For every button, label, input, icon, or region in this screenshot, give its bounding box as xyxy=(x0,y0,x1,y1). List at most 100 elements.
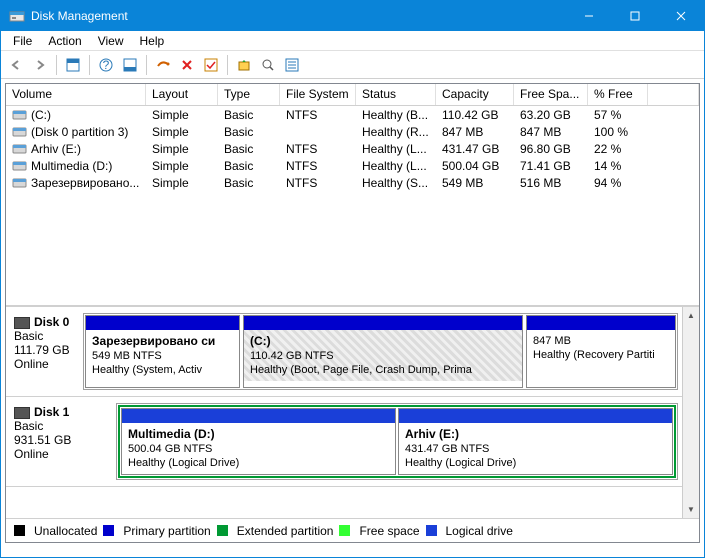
cell: (Disk 0 partition 3) xyxy=(6,124,146,140)
volume-icon xyxy=(12,126,28,138)
legend-label: Unallocated xyxy=(34,524,97,538)
menu-help[interactable]: Help xyxy=(132,32,173,50)
cell: 94 % xyxy=(588,175,648,191)
action-icon[interactable] xyxy=(152,54,174,76)
column-header[interactable]: % Free xyxy=(588,84,648,105)
forward-button[interactable] xyxy=(29,54,51,76)
column-header[interactable]: Volume xyxy=(6,84,146,105)
cell: 431.47 GB xyxy=(436,141,514,157)
partition[interactable]: (C:)110.42 GB NTFSHealthy (Boot, Page Fi… xyxy=(243,315,523,388)
extended-partition[interactable]: Multimedia (D:)500.04 GB NTFSHealthy (Lo… xyxy=(118,405,676,478)
cell: 57 % xyxy=(588,107,648,123)
volume-row[interactable]: Multimedia (D:)SimpleBasicNTFSHealthy (L… xyxy=(6,157,699,174)
cell: 516 MB xyxy=(514,175,588,191)
cell: Multimedia (D:) xyxy=(6,158,146,174)
cell: NTFS xyxy=(280,175,356,191)
partition-color-bar xyxy=(244,316,522,330)
cell: Healthy (L... xyxy=(356,141,436,157)
volume-row[interactable]: (Disk 0 partition 3)SimpleBasicHealthy (… xyxy=(6,123,699,140)
column-header[interactable]: Capacity xyxy=(436,84,514,105)
cell: 847 MB xyxy=(514,124,588,140)
partition[interactable]: Multimedia (D:)500.04 GB NTFSHealthy (Lo… xyxy=(121,408,396,475)
volume-row[interactable]: Зарезервировано...SimpleBasicNTFSHealthy… xyxy=(6,174,699,191)
title-bar: Disk Management xyxy=(1,1,704,31)
check-icon[interactable] xyxy=(200,54,222,76)
back-button[interactable] xyxy=(5,54,27,76)
scroll-down-icon[interactable]: ▼ xyxy=(683,501,699,518)
list-icon[interactable] xyxy=(281,54,303,76)
app-icon xyxy=(9,8,25,24)
disk-row: Disk 1Basic931.51 GBOnlineMultimedia (D:… xyxy=(6,397,682,487)
disk-info[interactable]: Disk 1Basic931.51 GBOnline xyxy=(10,403,116,480)
cell: 549 MB xyxy=(436,175,514,191)
partition-area: Зарезервировано си549 MB NTFSHealthy (Sy… xyxy=(83,313,678,390)
partition[interactable]: Зарезервировано си549 MB NTFSHealthy (Sy… xyxy=(85,315,240,388)
cell: Basic xyxy=(218,175,280,191)
column-header[interactable]: File System xyxy=(280,84,356,105)
cell: NTFS xyxy=(280,158,356,174)
partition[interactable]: Arhiv (E:)431.47 GB NTFSHealthy (Logical… xyxy=(398,408,673,475)
cell: Basic xyxy=(218,141,280,157)
cell: 71.41 GB xyxy=(514,158,588,174)
column-header[interactable]: Free Spa... xyxy=(514,84,588,105)
partition-color-bar xyxy=(527,316,675,330)
column-headers: VolumeLayoutTypeFile SystemStatusCapacit… xyxy=(6,84,699,106)
disk-graphic-pane[interactable]: Disk 0Basic111.79 GBOnlineЗарезервирован… xyxy=(6,306,699,518)
search-icon[interactable] xyxy=(257,54,279,76)
legend-swatch-logical xyxy=(426,525,437,536)
cell: Зарезервировано... xyxy=(6,175,146,191)
menu-bar: File Action View Help xyxy=(1,31,704,51)
view-top-icon[interactable] xyxy=(62,54,84,76)
menu-file[interactable]: File xyxy=(5,32,40,50)
menu-view[interactable]: View xyxy=(90,32,132,50)
volume-row[interactable]: (C:)SimpleBasicNTFSHealthy (B...110.42 G… xyxy=(6,106,699,123)
cell xyxy=(280,131,356,133)
disk-icon xyxy=(14,407,30,419)
cell: Basic xyxy=(218,107,280,123)
volume-icon xyxy=(12,177,28,189)
cell: NTFS xyxy=(280,107,356,123)
vertical-scrollbar[interactable]: ▲ ▼ xyxy=(682,307,699,518)
menu-action[interactable]: Action xyxy=(40,32,89,50)
partition-color-bar xyxy=(122,409,395,423)
disk-info[interactable]: Disk 0Basic111.79 GBOnline xyxy=(10,313,83,390)
partition[interactable]: 847 MBHealthy (Recovery Partiti xyxy=(526,315,676,388)
cell: Arhiv (E:) xyxy=(6,141,146,157)
cell: Healthy (R... xyxy=(356,124,436,140)
volume-icon xyxy=(12,160,28,172)
volume-list[interactable]: VolumeLayoutTypeFile SystemStatusCapacit… xyxy=(6,84,699,306)
partition-color-bar xyxy=(86,316,239,330)
cell: 96.80 GB xyxy=(514,141,588,157)
view-bottom-icon[interactable] xyxy=(119,54,141,76)
rescan-icon[interactable] xyxy=(233,54,255,76)
toolbar: ? xyxy=(1,51,704,79)
help-icon[interactable]: ? xyxy=(95,54,117,76)
cell: (C:) xyxy=(6,107,146,123)
cell: 63.20 GB xyxy=(514,107,588,123)
partition-body: (C:)110.42 GB NTFSHealthy (Boot, Page Fi… xyxy=(244,330,522,381)
partition-area: Multimedia (D:)500.04 GB NTFSHealthy (Lo… xyxy=(116,403,678,480)
column-header[interactable]: Layout xyxy=(146,84,218,105)
partition-body: 847 MBHealthy (Recovery Partiti xyxy=(527,330,675,366)
partition-color-bar xyxy=(399,409,672,423)
cell: Healthy (B... xyxy=(356,107,436,123)
legend-swatch-primary xyxy=(103,525,114,536)
legend-swatch-unallocated xyxy=(14,525,25,536)
scroll-up-icon[interactable]: ▲ xyxy=(683,307,699,324)
disk-row: Disk 0Basic111.79 GBOnlineЗарезервирован… xyxy=(6,307,682,397)
maximize-button[interactable] xyxy=(612,1,658,31)
cell: Healthy (L... xyxy=(356,158,436,174)
legend-label: Primary partition xyxy=(123,524,210,538)
minimize-button[interactable] xyxy=(566,1,612,31)
partition-body: Arhiv (E:)431.47 GB NTFSHealthy (Logical… xyxy=(399,423,672,474)
column-header[interactable]: Type xyxy=(218,84,280,105)
cell: 22 % xyxy=(588,141,648,157)
window-title: Disk Management xyxy=(31,9,566,23)
close-button[interactable] xyxy=(658,1,704,31)
delete-icon[interactable] xyxy=(176,54,198,76)
volume-row[interactable]: Arhiv (E:)SimpleBasicNTFSHealthy (L...43… xyxy=(6,140,699,157)
column-header[interactable]: Status xyxy=(356,84,436,105)
volume-icon xyxy=(12,109,28,121)
cell: Simple xyxy=(146,141,218,157)
cell: Healthy (S... xyxy=(356,175,436,191)
